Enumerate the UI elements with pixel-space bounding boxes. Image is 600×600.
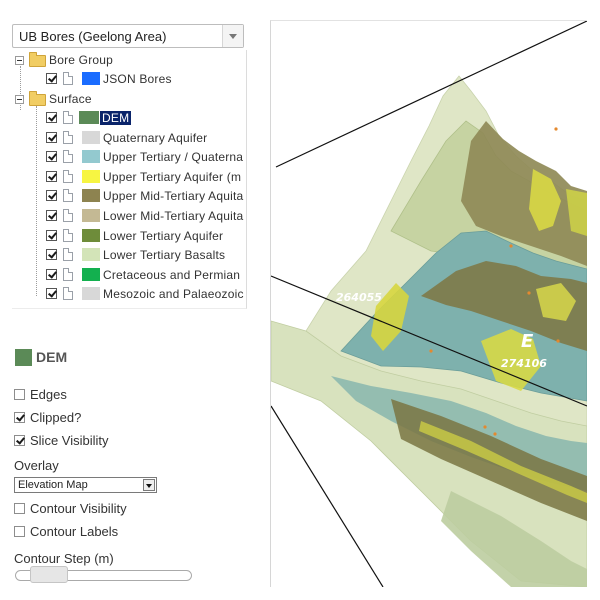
clipped-label: Clipped? — [30, 410, 82, 425]
layer-row[interactable]: Upper Tertiary Aquifer (m — [12, 168, 246, 186]
bore-marker — [429, 349, 433, 353]
edges-checkbox[interactable] — [14, 389, 25, 400]
layer-label: JSON Bores — [103, 72, 172, 86]
layer-row[interactable]: Cretaceous and Permian — [12, 266, 246, 284]
layer-color-swatch — [82, 72, 100, 85]
layer-row[interactable]: JSON Bores — [12, 70, 246, 88]
contour-labels-label: Contour Labels — [30, 524, 119, 539]
bore-marker — [493, 432, 497, 436]
layer-label-selected: DEM — [100, 111, 132, 125]
page-icon — [63, 287, 73, 300]
page-icon — [63, 229, 73, 242]
terrain-render[interactable]: 264055 274106 E — [271, 21, 587, 587]
page-icon — [63, 72, 73, 85]
layer-row[interactable]: Mesozoic and Palaeozoic — [12, 285, 246, 303]
slice-visibility-label: Slice Visibility — [30, 433, 109, 448]
group-label: Bore Group — [49, 53, 114, 67]
page-icon — [63, 170, 73, 183]
tree-group-bore-group[interactable]: Bore Group — [12, 51, 246, 69]
layer-row-dem[interactable]: DEM — [12, 109, 246, 127]
contour-step-slider-handle[interactable] — [30, 566, 68, 583]
layer-tree: Bore Group JSON Bores Surface DEM Quater… — [12, 50, 247, 309]
easting-label: 264055 — [336, 291, 382, 304]
overlay-label: Overlay — [14, 458, 59, 473]
layer-label: Upper Mid-Tertiary Aquita — [103, 189, 244, 203]
layer-label: Lower Tertiary Basalts — [103, 248, 226, 262]
chevron-down-icon[interactable] — [222, 25, 243, 47]
layer-color-swatch — [82, 189, 100, 202]
layer-color-swatch — [82, 229, 100, 242]
page-icon — [63, 268, 73, 281]
bore-marker — [554, 127, 558, 131]
bore-marker — [509, 244, 513, 248]
bore-marker — [483, 425, 487, 429]
dataset-select[interactable]: UB Bores (Geelong Area) — [12, 24, 244, 48]
layer-label: Mesozoic and Palaeozoic — [103, 287, 244, 301]
layer-color-swatch — [82, 287, 100, 300]
contour-visibility-checkbox[interactable] — [14, 503, 25, 514]
bore-marker — [556, 339, 560, 343]
layer-checkbox[interactable] — [46, 190, 57, 201]
layer-checkbox[interactable] — [46, 132, 57, 143]
bore-marker — [527, 291, 531, 295]
chevron-down-icon[interactable] — [143, 479, 155, 491]
slice-visibility-checkbox[interactable] — [14, 435, 25, 446]
folder-icon — [29, 91, 46, 106]
layer-row[interactable]: Lower Tertiary Basalts — [12, 246, 246, 264]
layer-checkbox[interactable] — [46, 151, 57, 162]
collapse-icon[interactable] — [15, 95, 24, 104]
page-icon — [63, 131, 73, 144]
layer-checkbox[interactable] — [46, 249, 57, 260]
layer-checkbox[interactable] — [46, 210, 57, 221]
contour-labels-checkbox[interactable] — [14, 526, 25, 537]
layer-label: Quaternary Aquifer — [103, 131, 208, 145]
layer-label: Lower Mid-Tertiary Aquita — [103, 209, 244, 223]
page-icon — [63, 209, 73, 222]
layer-row[interactable]: Upper Tertiary / Quaterna — [12, 148, 246, 166]
layer-color-swatch — [82, 150, 100, 163]
layer-label: Lower Tertiary Aquifer — [103, 229, 224, 243]
layer-row[interactable]: Lower Mid-Tertiary Aquita — [12, 207, 246, 225]
layer-row[interactable]: Quaternary Aquifer — [12, 129, 246, 147]
property-color-swatch — [15, 349, 32, 366]
page-icon — [63, 248, 73, 261]
overlay-select[interactable]: Elevation Map — [14, 477, 157, 493]
page-icon — [63, 189, 73, 202]
layer-color-swatch — [82, 248, 100, 261]
folder-icon — [29, 52, 46, 67]
page-icon — [63, 111, 73, 124]
layer-checkbox[interactable] — [46, 230, 57, 241]
layer-color-swatch — [79, 111, 99, 124]
layer-color-swatch — [82, 268, 100, 281]
layer-color-swatch — [82, 170, 100, 183]
tree-group-surface[interactable]: Surface — [12, 90, 246, 108]
layer-row[interactable]: Lower Tertiary Aquifer — [12, 227, 246, 245]
layer-color-swatch — [82, 131, 100, 144]
layer-label: Cretaceous and Permian — [103, 268, 241, 282]
layer-checkbox[interactable] — [46, 73, 57, 84]
group-label: Surface — [49, 92, 92, 106]
property-title: DEM — [36, 349, 68, 365]
compass-east-label: E — [521, 331, 534, 352]
edges-label: Edges — [30, 387, 67, 402]
dataset-select-value: UB Bores (Geelong Area) — [19, 29, 167, 44]
layer-label: Upper Tertiary Aquifer (m — [103, 170, 242, 184]
contour-visibility-label: Contour Visibility — [30, 501, 127, 516]
clipped-checkbox[interactable] — [14, 412, 25, 423]
layer-checkbox[interactable] — [46, 269, 57, 280]
overlay-select-value: Elevation Map — [18, 479, 88, 491]
layer-color-swatch — [82, 209, 100, 222]
layer-checkbox[interactable] — [46, 112, 57, 123]
easting-label: 274106 — [501, 357, 547, 370]
contour-step-label: Contour Step (m) — [14, 551, 114, 566]
collapse-icon[interactable] — [15, 56, 24, 65]
layer-checkbox[interactable] — [46, 288, 57, 299]
layer-label: Upper Tertiary / Quaterna — [103, 150, 244, 164]
layer-checkbox[interactable] — [46, 171, 57, 182]
page-icon — [63, 150, 73, 163]
layer-row[interactable]: Upper Mid-Tertiary Aquita — [12, 187, 246, 205]
3d-viewport[interactable]: 264055 274106 E — [270, 20, 587, 587]
